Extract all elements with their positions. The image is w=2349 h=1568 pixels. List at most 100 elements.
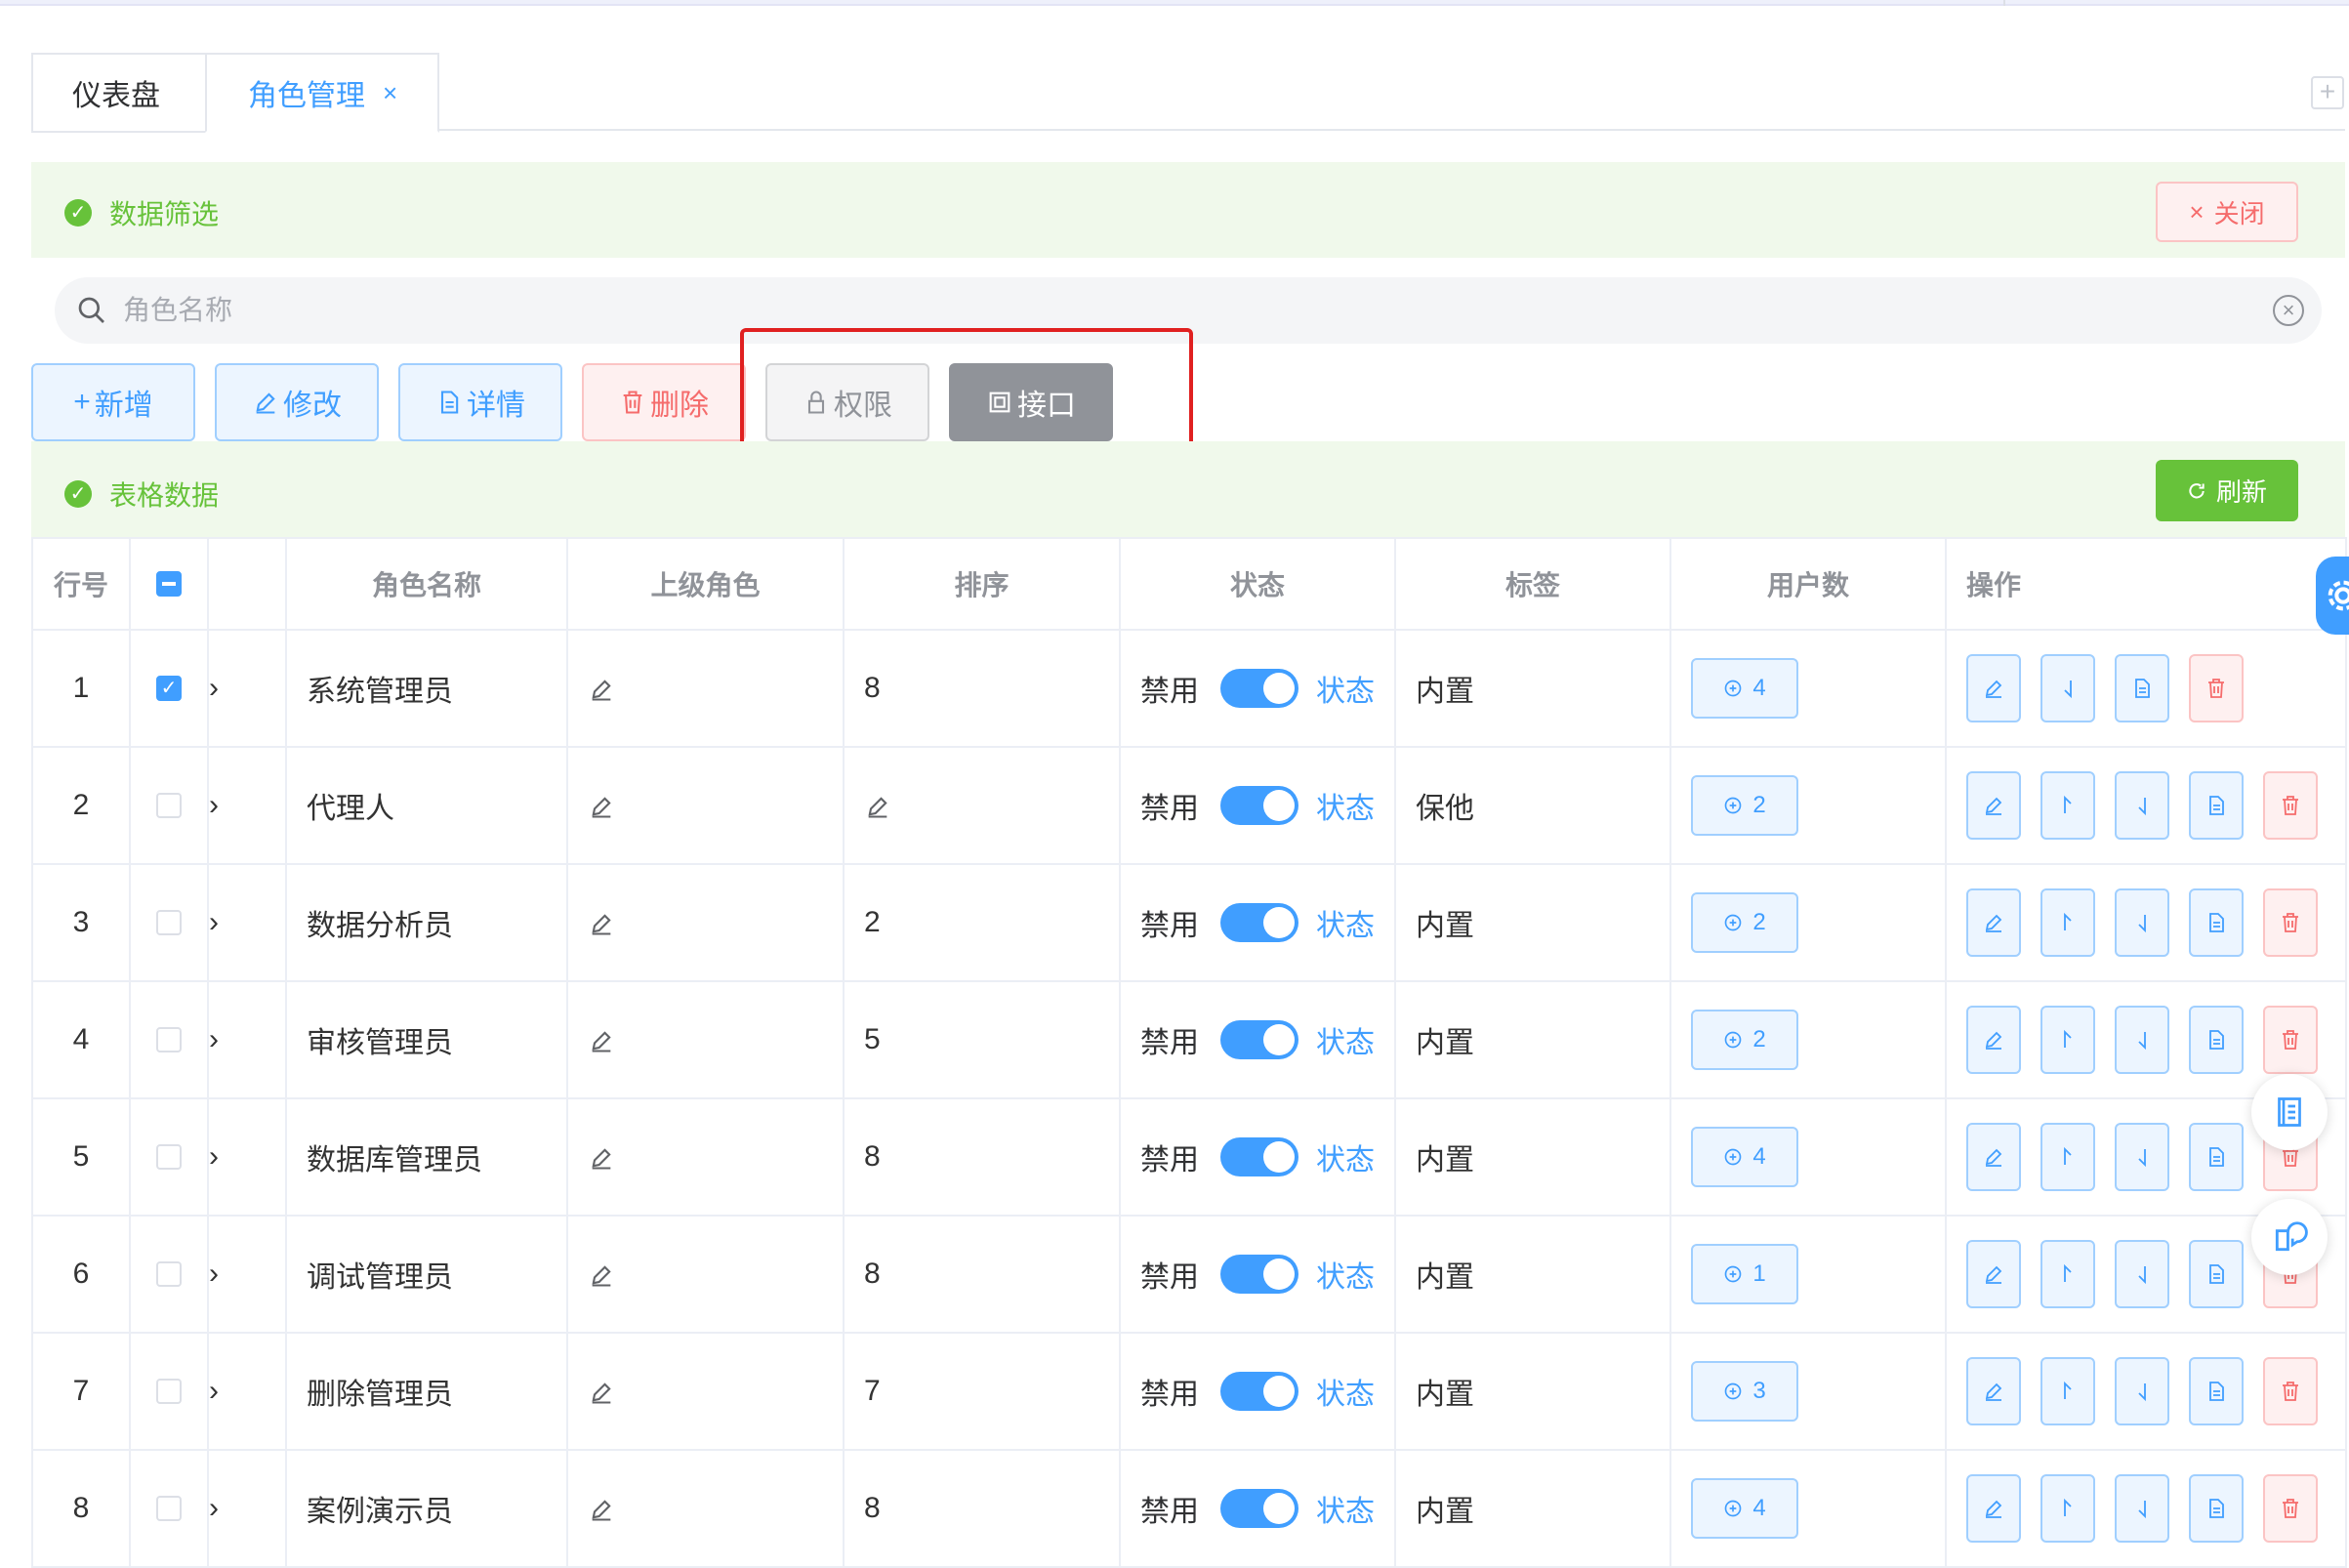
tab-add-icon[interactable]: +: [2311, 76, 2344, 109]
row-select-cell: [129, 1449, 209, 1568]
row-checkbox[interactable]: [156, 793, 182, 818]
status-switch[interactable]: [1220, 669, 1298, 708]
filter-panel: [31, 162, 2345, 258]
pen-icon[interactable]: [588, 1027, 615, 1054]
chevron-right-icon[interactable]: ›: [207, 863, 287, 982]
pen-icon[interactable]: [588, 676, 615, 703]
chevron-right-icon[interactable]: ›: [207, 1449, 287, 1568]
row-checkbox[interactable]: [156, 1261, 182, 1287]
edit-row-button[interactable]: [1966, 888, 2021, 957]
pen-icon[interactable]: [588, 1261, 615, 1289]
delete-row-button[interactable]: [2263, 1357, 2318, 1425]
chevron-right-icon[interactable]: ›: [207, 1215, 287, 1334]
detail-row-button[interactable]: [2189, 1240, 2244, 1308]
edit-row-button[interactable]: [1966, 771, 2021, 840]
tab-dashboard[interactable]: 仪表盘: [31, 53, 207, 133]
status-switch[interactable]: [1220, 1489, 1298, 1528]
move-down-button[interactable]: [2115, 1240, 2169, 1308]
delete-row-button[interactable]: [2263, 771, 2318, 840]
delete-button[interactable]: 删除: [582, 363, 746, 441]
refresh-button[interactable]: 刷新: [2156, 460, 2298, 521]
clear-icon[interactable]: ×: [2273, 295, 2304, 326]
status-switch[interactable]: [1220, 786, 1298, 825]
move-down-button[interactable]: [2115, 1357, 2169, 1425]
chevron-right-icon[interactable]: ›: [207, 629, 287, 748]
move-up-button[interactable]: [2040, 888, 2095, 957]
detail-row-button[interactable]: [2189, 888, 2244, 957]
row-checkbox[interactable]: ✓: [156, 676, 182, 701]
status-switch[interactable]: [1220, 1137, 1298, 1176]
pen-icon[interactable]: [588, 1496, 615, 1523]
move-up-button[interactable]: [2040, 1240, 2095, 1308]
row-checkbox[interactable]: [156, 1144, 182, 1170]
delete-row-button[interactable]: [2189, 654, 2244, 722]
search-input[interactable]: [121, 294, 2224, 327]
row-checkbox[interactable]: [156, 1379, 182, 1404]
move-down-button[interactable]: [2115, 888, 2169, 957]
edit-row-button[interactable]: [1966, 1123, 2021, 1191]
move-down-button[interactable]: [2115, 1474, 2169, 1543]
move-down-button[interactable]: [2115, 771, 2169, 840]
detail-row-button[interactable]: [2115, 654, 2169, 722]
pen-icon[interactable]: [588, 910, 615, 937]
tab-close-icon[interactable]: ×: [383, 78, 397, 108]
move-up-button[interactable]: [2040, 1123, 2095, 1191]
add-button[interactable]: + 新增: [31, 363, 195, 441]
status-switch[interactable]: [1220, 1255, 1298, 1294]
pen-icon[interactable]: [588, 1144, 615, 1172]
user-count-button[interactable]: 4: [1691, 1127, 1798, 1187]
detail-row-button[interactable]: [2189, 1357, 2244, 1425]
gear-icon[interactable]: [2316, 557, 2349, 635]
chevron-right-icon[interactable]: ›: [207, 746, 287, 865]
user-count-button[interactable]: 4: [1691, 1478, 1798, 1539]
edit-button[interactable]: 修改: [215, 363, 379, 441]
chevron-right-icon[interactable]: ›: [207, 1332, 287, 1451]
pen-icon[interactable]: [588, 1379, 615, 1406]
edit-row-button[interactable]: [1966, 654, 2021, 722]
user-count-button[interactable]: 4: [1691, 658, 1798, 719]
move-down-button[interactable]: [2115, 1006, 2169, 1074]
move-down-button[interactable]: [2040, 654, 2095, 722]
detail-row-button[interactable]: [2189, 1006, 2244, 1074]
chevron-right-icon[interactable]: ›: [207, 1097, 287, 1217]
detail-row-button[interactable]: [2189, 1123, 2244, 1191]
detail-row-button[interactable]: [2189, 771, 2244, 840]
select-all-checkbox[interactable]: [156, 571, 182, 597]
book-icon[interactable]: [2251, 1074, 2328, 1150]
row-checkbox[interactable]: [156, 910, 182, 935]
user-count: 3: [1752, 1378, 1766, 1404]
detail-button[interactable]: 详情: [398, 363, 562, 441]
delete-row-button[interactable]: [2263, 1474, 2318, 1543]
row-checkbox[interactable]: [156, 1027, 182, 1052]
row-checkbox[interactable]: [156, 1496, 182, 1521]
edit-row-button[interactable]: [1966, 1006, 2021, 1074]
edit-row-button[interactable]: [1966, 1240, 2021, 1308]
chat-icon[interactable]: [2251, 1199, 2328, 1275]
status-switch[interactable]: [1220, 1372, 1298, 1411]
user-count-button[interactable]: 1: [1691, 1244, 1798, 1304]
actions-cell: [1945, 746, 2347, 865]
user-count-button[interactable]: 2: [1691, 892, 1798, 953]
edit-row-button[interactable]: [1966, 1357, 2021, 1425]
status-switch[interactable]: [1220, 1020, 1298, 1059]
user-count-button[interactable]: 2: [1691, 1010, 1798, 1070]
close-button[interactable]: × 关闭: [2156, 182, 2298, 242]
move-up-button[interactable]: [2040, 771, 2095, 840]
arrow-up-icon: [2064, 1263, 2072, 1282]
move-up-button[interactable]: [2040, 1474, 2095, 1543]
user-count-button[interactable]: 2: [1691, 775, 1798, 836]
user-plus-icon: [1724, 1031, 1742, 1049]
delete-row-button[interactable]: [2263, 888, 2318, 957]
pen-icon[interactable]: [588, 793, 615, 820]
move-down-button[interactable]: [2115, 1123, 2169, 1191]
user-count-button[interactable]: 3: [1691, 1361, 1798, 1422]
tab-role-management[interactable]: 角色管理 ×: [205, 53, 439, 133]
delete-row-button[interactable]: [2263, 1006, 2318, 1074]
status-switch[interactable]: [1220, 903, 1298, 942]
edit-row-button[interactable]: [1966, 1474, 2021, 1543]
move-up-button[interactable]: [2040, 1357, 2095, 1425]
detail-row-button[interactable]: [2189, 1474, 2244, 1543]
move-up-button[interactable]: [2040, 1006, 2095, 1074]
chevron-right-icon[interactable]: ›: [207, 980, 287, 1099]
pen-icon[interactable]: [864, 793, 891, 820]
